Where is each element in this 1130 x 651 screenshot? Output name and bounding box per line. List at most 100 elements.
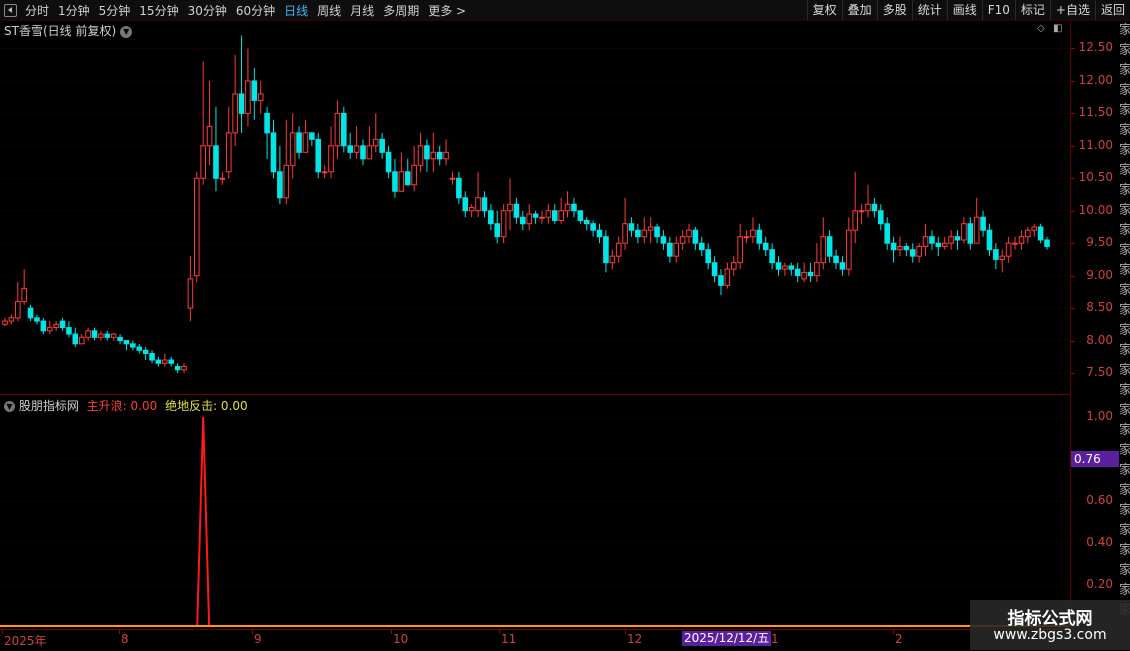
tab-weekly[interactable]: 周线: [317, 2, 341, 19]
candle-body: [654, 226, 660, 238]
back-button[interactable]: 返回: [1094, 0, 1130, 20]
indicator-tick-label: 0.40: [1086, 535, 1113, 549]
candle-body: [839, 262, 846, 270]
candle-body: [564, 203, 571, 212]
candle-body: [206, 125, 213, 147]
rebound-value: 绝地反击: 0.00: [165, 399, 248, 413]
candle-body: [973, 216, 980, 244]
candle-body: [296, 132, 302, 153]
candle-body: [967, 223, 974, 244]
candle-body: [1037, 226, 1044, 241]
candle-body: [641, 229, 648, 238]
candle-body: [385, 151, 392, 173]
statistics-button[interactable]: 统计: [911, 0, 947, 20]
time-tick-label: 12: [627, 632, 643, 646]
panel-toggle-icon[interactable]: ◧: [1053, 23, 1062, 34]
f10-button[interactable]: F10: [981, 0, 1015, 20]
candle-body: [679, 236, 686, 244]
candle-body: [718, 275, 724, 286]
candle-body: [980, 216, 986, 231]
candle-body: [238, 93, 245, 114]
tab-60min[interactable]: 60分钟: [236, 2, 275, 19]
multi-stock-button[interactable]: 多股: [876, 0, 912, 20]
overlay-button[interactable]: 叠加: [841, 0, 877, 20]
add-watchlist-button[interactable]: +自选: [1049, 0, 1095, 20]
restore-rights-button[interactable]: 复权: [806, 0, 842, 20]
price-tick: [1071, 48, 1075, 50]
tab-1min[interactable]: 1分钟: [58, 2, 90, 19]
candle-body: [417, 145, 424, 166]
tab-monthly[interactable]: 月线: [350, 2, 374, 19]
candle-body: [456, 177, 462, 199]
candle-body: [711, 262, 718, 277]
candle-body: [2, 320, 8, 325]
tab-30min[interactable]: 30分钟: [188, 2, 227, 19]
diamond-icon[interactable]: ◇: [1037, 23, 1045, 34]
candle-body: [494, 223, 501, 238]
tab-multi-period[interactable]: 多周期: [383, 2, 419, 19]
candle-body: [993, 249, 999, 260]
candle-body: [149, 353, 155, 361]
price-tick: [1071, 210, 1075, 212]
chevron-down-icon[interactable]: ▼: [4, 401, 15, 412]
candle-body: [328, 145, 334, 173]
candle-body: [72, 333, 79, 345]
price-tick-label: 8.00: [1086, 332, 1113, 347]
candle-body: [117, 336, 123, 342]
candle-body: [98, 333, 104, 338]
tab-5min[interactable]: 5分钟: [99, 2, 131, 19]
candle-body: [724, 268, 731, 286]
tab-fenshi[interactable]: 分时: [25, 2, 49, 19]
candle-body: [577, 210, 584, 221]
indicator-tick-label: 0.60: [1086, 493, 1113, 507]
candle-body: [130, 343, 136, 348]
price-tick-label: 8.50: [1086, 300, 1113, 315]
main-chart-panel[interactable]: ST香雪(日线 前复权) ▼ ◇ ◧: [0, 21, 1070, 394]
candle-body: [379, 138, 385, 153]
back-arrow-icon[interactable]: [4, 3, 17, 17]
candle-body: [999, 255, 1006, 260]
candle-body: [66, 327, 72, 335]
candle-body: [245, 80, 251, 114]
candle-body: [174, 366, 181, 371]
candle-body: [302, 132, 309, 153]
candle-body: [667, 242, 673, 257]
candle-body: [705, 249, 711, 264]
price-tick-label: 9.50: [1086, 235, 1113, 250]
candle-body: [916, 245, 922, 257]
candle-body: [424, 145, 430, 160]
candle-body: [507, 203, 513, 212]
candle-body: [775, 262, 782, 270]
side-panel-edge[interactable]: 家家家家家家家家家家家家家家家家家家家家家家家家家家家家家家: [1119, 21, 1130, 629]
candle-body: [488, 210, 494, 225]
tab-daily[interactable]: 日线: [284, 2, 308, 19]
current-value-tag: 0.76: [1071, 451, 1119, 467]
price-tick-label: 9.00: [1086, 267, 1113, 282]
tab-more[interactable]: 更多 >: [428, 2, 466, 19]
candle-body: [270, 132, 277, 173]
candle-body: [436, 151, 443, 160]
candle-body: [136, 346, 143, 351]
candle-body: [449, 177, 456, 180]
stock-title[interactable]: ST香雪(日线 前复权) ▼: [4, 22, 133, 39]
candle-body: [884, 223, 890, 244]
candle-body: [814, 262, 820, 277]
indicator-panel[interactable]: ▼ 股朋指标网 主升浪: 0.00 绝地反击: 0.00: [0, 395, 1070, 629]
candle-body: [500, 210, 507, 238]
candle-body: [213, 145, 219, 179]
candle-body: [219, 177, 226, 180]
candle-body: [14, 301, 21, 319]
indicator-chart[interactable]: [0, 395, 1070, 629]
candle-body: [615, 242, 622, 257]
draw-line-button[interactable]: 画线: [946, 0, 982, 20]
tab-15min[interactable]: 15分钟: [139, 2, 178, 19]
mark-button[interactable]: 标记: [1014, 0, 1050, 20]
candle-body: [168, 359, 175, 364]
candle-body: [897, 245, 903, 251]
chevron-down-icon[interactable]: ▼: [120, 25, 133, 38]
candle-body: [366, 145, 373, 160]
candle-body: [430, 151, 437, 160]
candle-body: [1025, 229, 1031, 238]
price-tick-label: 11.50: [1078, 105, 1113, 120]
candlestick-chart[interactable]: [0, 21, 1070, 394]
